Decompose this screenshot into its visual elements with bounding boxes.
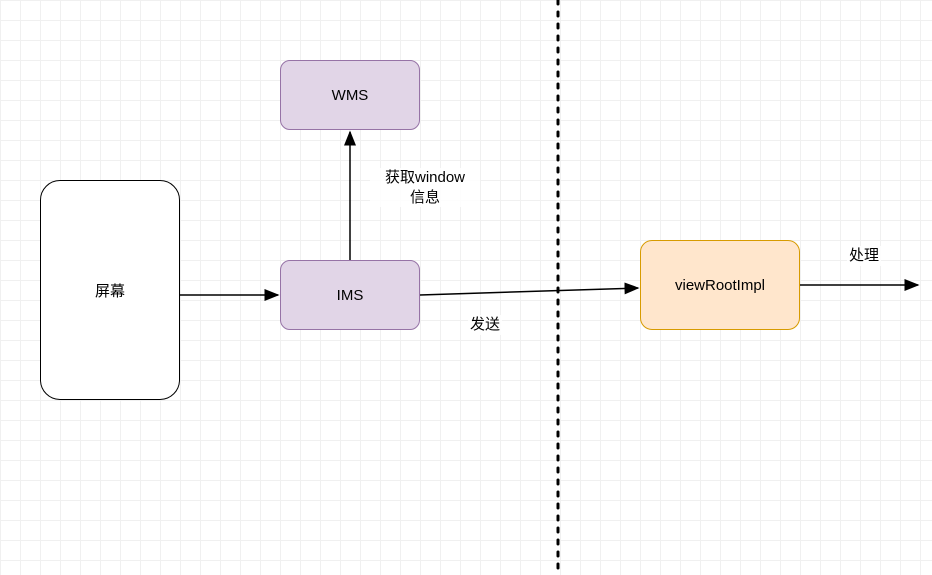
node-ims-label: IMS	[337, 287, 364, 304]
node-screen-label: 屏幕	[95, 280, 125, 301]
edge-label-ims-to-wms: 获取window 信息	[370, 168, 480, 207]
node-ims: IMS	[280, 260, 420, 330]
node-screen: 屏幕	[40, 180, 180, 400]
node-wms: WMS	[280, 60, 420, 130]
node-viewroot: viewRootImpl	[640, 240, 800, 330]
node-wms-label: WMS	[332, 87, 369, 104]
edge-label-ims-to-viewroot: 发送	[468, 315, 502, 335]
node-viewroot-label: viewRootImpl	[675, 277, 765, 294]
edge-ims-to-viewroot	[420, 288, 638, 295]
edge-label-viewroot-out: 处理	[847, 246, 881, 266]
